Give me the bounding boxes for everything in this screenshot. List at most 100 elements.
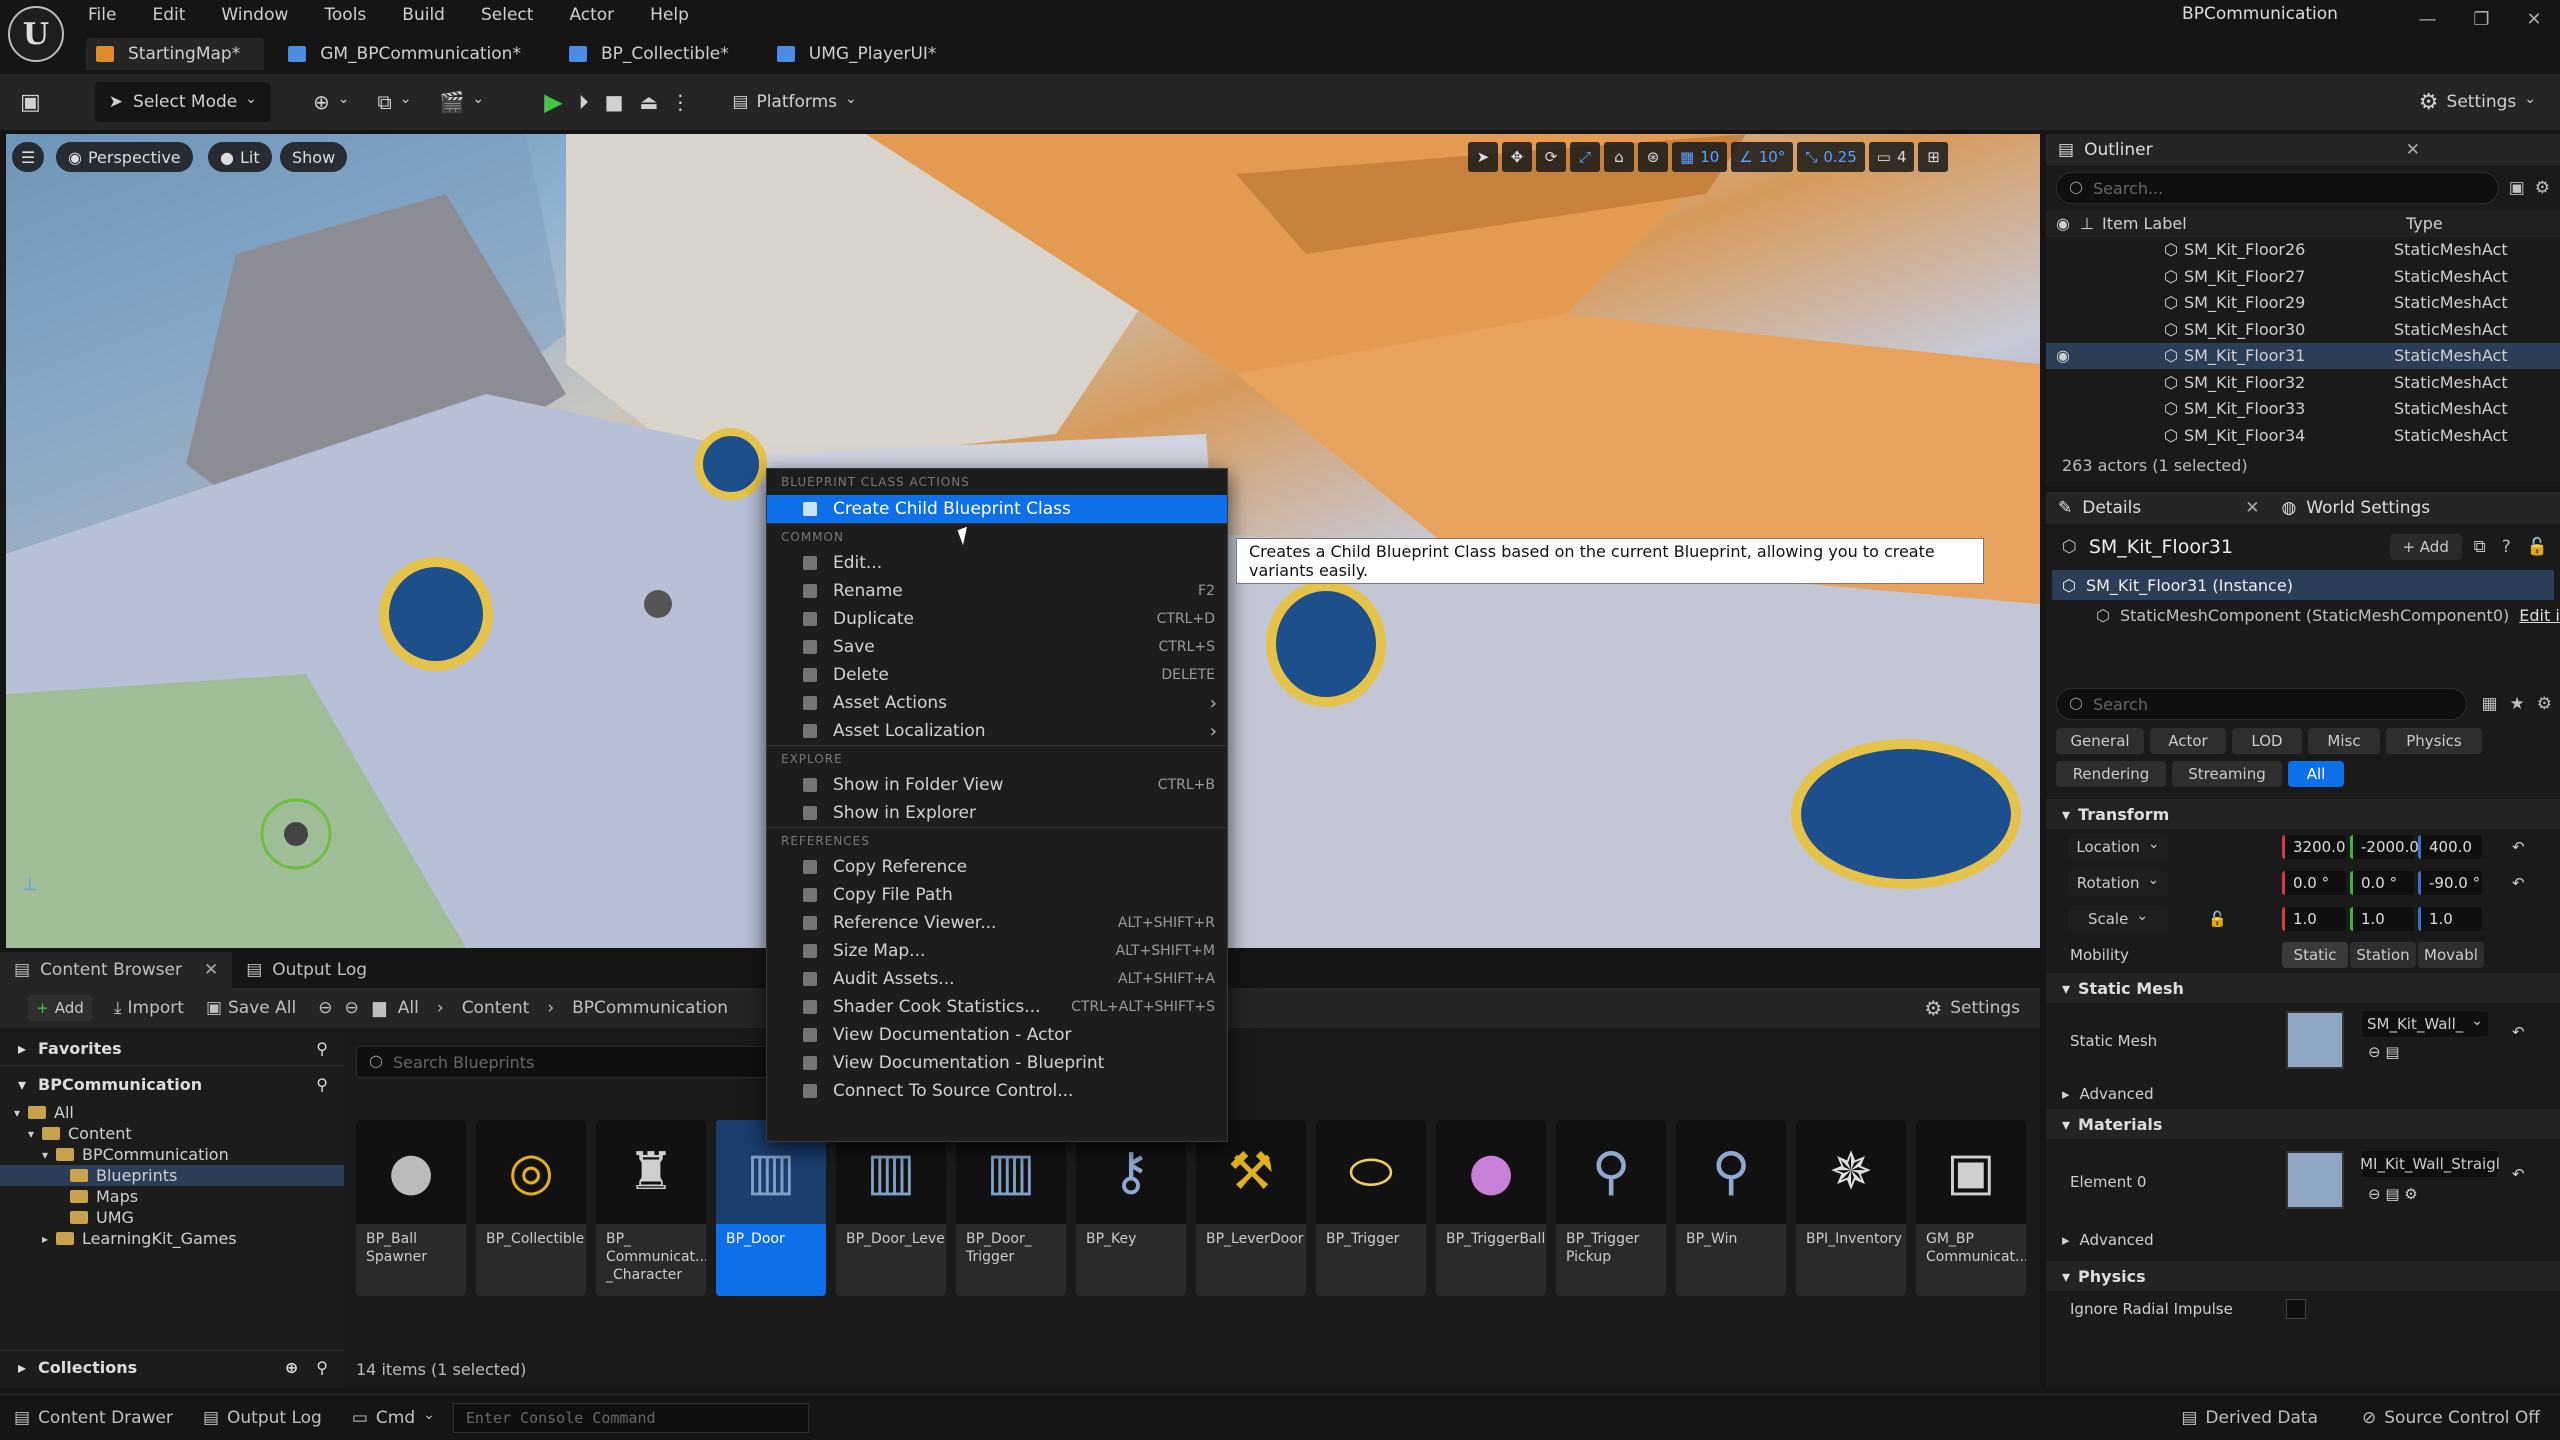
menu-item[interactable]: Delete DELETE: [767, 661, 1227, 689]
cb-settings-button[interactable]: ⚙ Settings: [1924, 996, 2020, 1020]
step-icon[interactable]: ⏵: [579, 82, 589, 122]
mobility-stationary[interactable]: Station: [2350, 942, 2416, 968]
menu-help[interactable]: Help: [650, 5, 689, 25]
scale-z[interactable]: 1.0: [2418, 907, 2482, 931]
breadcrumb-content[interactable]: Content: [462, 998, 530, 1018]
menu-item[interactable]: Rename F2: [767, 577, 1227, 605]
root-header[interactable]: ▾ BPCommunication ⚲: [0, 1066, 344, 1102]
blueprint-icon[interactable]: ⧉: [2474, 537, 2486, 557]
reset-arrow-icon[interactable]: ↶: [2512, 1165, 2525, 1183]
lock-icon[interactable]: 🔓: [2208, 910, 2227, 928]
menu-item[interactable]: Shader Cook Statistics... CTRL+ALT+SHIFT+…: [767, 993, 1227, 1021]
asset-tile[interactable]: ▥ BP_Door: [716, 1120, 826, 1296]
platforms-dropdown[interactable]: ▤ Platforms: [732, 82, 856, 122]
lock-icon[interactable]: 🔓: [2527, 537, 2548, 557]
edit-in-blueprint-link[interactable]: Edit i: [2519, 606, 2560, 625]
gear-icon[interactable]: ⚙: [2537, 694, 2552, 714]
asset-tile[interactable]: ▥ BP_Door_ Trigger: [956, 1120, 1066, 1296]
filter-actor[interactable]: Actor: [2150, 728, 2226, 754]
tab-starting-map[interactable]: StartingMap*: [86, 38, 265, 70]
menu-item[interactable]: Asset Actions ›: [767, 689, 1227, 717]
filter-general[interactable]: General: [2056, 728, 2144, 754]
menu-item[interactable]: Asset Localization ›: [767, 717, 1227, 745]
material-picker[interactable]: MI_Kit_Wall_Straigl: [2360, 1151, 2500, 1177]
cmd-dropdown[interactable]: ▭ Cmd: [352, 1408, 435, 1428]
output-log-button[interactable]: ▤ Output Log: [203, 1408, 322, 1428]
outliner-row[interactable]: ⬡ SM_Kit_Floor33 StaticMeshAct: [2046, 396, 2560, 423]
search-icon[interactable]: ⚲: [316, 1358, 328, 1377]
menu-item[interactable]: Show in Explorer: [767, 799, 1227, 827]
stop-icon[interactable]: ■: [605, 82, 624, 122]
filter-physics[interactable]: Physics: [2386, 728, 2482, 754]
menu-build[interactable]: Build: [402, 5, 445, 25]
type-header[interactable]: Type: [2406, 214, 2443, 233]
surface-snap-icon[interactable]: ⊛: [1638, 142, 1668, 172]
settings-dropdown[interactable]: ⚙ Settings: [2419, 82, 2536, 122]
gear-icon[interactable]: ⚙: [2535, 178, 2550, 198]
asset-tile[interactable]: ▥ BP_Door_Lever: [836, 1120, 946, 1296]
scale-x[interactable]: 1.0: [2282, 907, 2346, 931]
move-tool-icon[interactable]: ✥: [1502, 142, 1532, 172]
menu-file[interactable]: File: [88, 5, 116, 25]
add-content-icon[interactable]: ⊕: [313, 82, 350, 122]
source-control-button[interactable]: ⊘ Source Control Off: [2362, 1408, 2540, 1428]
tab-bp-collectible[interactable]: BP_Collectible*: [559, 38, 753, 70]
table-view-icon[interactable]: ▦: [2481, 694, 2497, 714]
menu-item[interactable]: Audit Assets... ALT+SHIFT+A: [767, 965, 1227, 993]
eye-icon[interactable]: ◉: [2046, 346, 2164, 365]
outliner-row[interactable]: ⬡ SM_Kit_Floor29 StaticMeshAct: [2046, 290, 2560, 317]
filter-streaming[interactable]: Streaming: [2172, 761, 2282, 787]
details-tab[interactable]: Details: [2082, 498, 2141, 518]
reset-arrow-icon[interactable]: ↶: [2512, 838, 2525, 856]
location-dropdown[interactable]: Location: [2068, 834, 2168, 860]
reset-arrow-icon[interactable]: ↶: [2512, 874, 2525, 892]
static-mesh-section[interactable]: ▾ Static Mesh: [2046, 973, 2560, 1003]
scale-dropdown[interactable]: Scale: [2068, 906, 2168, 932]
eye-icon[interactable]: ◉: [2056, 214, 2080, 233]
static-mesh-picker[interactable]: SM_Kit_Wall_: [2362, 1011, 2488, 1037]
asset-tile[interactable]: ⬭ BP_Trigger: [1316, 1120, 1426, 1296]
menu-actor[interactable]: Actor: [569, 5, 614, 25]
materials-section[interactable]: ▾ Materials: [2046, 1109, 2560, 1139]
layout-icon[interactable]: ⊞: [1918, 142, 1949, 172]
menu-item[interactable]: Show in Folder View CTRL+B: [767, 771, 1227, 799]
perspective-button[interactable]: ◉ Perspective: [56, 142, 193, 172]
transform-section[interactable]: ▾ Transform: [2046, 799, 2560, 829]
material-thumbnail[interactable]: [2286, 1151, 2344, 1209]
browse-icon[interactable]: ⊖ ▤: [2368, 1043, 2400, 1061]
restore-icon[interactable]: ❐: [2473, 9, 2489, 30]
menu-select[interactable]: Select: [481, 5, 533, 25]
folder-tree-item[interactable]: UMG: [0, 1207, 344, 1228]
add-collection-icon[interactable]: ⊕: [285, 1358, 298, 1377]
tab-gm-bpcommunication[interactable]: GM_BPCommunication*: [278, 38, 545, 70]
advanced-row[interactable]: ▸ Advanced: [2046, 1079, 2560, 1109]
asset-tile[interactable]: ✵ BPI_Inventory: [1796, 1120, 1906, 1296]
add-folder-icon[interactable]: ▣: [2509, 178, 2525, 198]
import-button[interactable]: ⤓ Import: [114, 998, 184, 1018]
mobility-movable[interactable]: Movabl: [2418, 942, 2484, 968]
menu-item[interactable]: View Documentation - Actor: [767, 1021, 1227, 1049]
outliner-row[interactable]: ⬡ SM_Kit_Floor32 StaticMeshAct: [2046, 369, 2560, 396]
viewport-menu-icon[interactable]: ☰: [12, 142, 44, 172]
cinematics-icon[interactable]: 🎬: [439, 82, 484, 122]
close-icon[interactable]: ✕: [2245, 498, 2259, 518]
menu-item[interactable]: Copy File Path: [767, 881, 1227, 909]
favorite-star-icon[interactable]: ★: [2510, 694, 2525, 714]
search-icon[interactable]: ⚲: [316, 1039, 328, 1058]
menu-item[interactable]: Size Map... ALT+SHIFT+M: [767, 937, 1227, 965]
filter-misc[interactable]: Misc: [2308, 728, 2380, 754]
rotation-snap-button[interactable]: ∠ 10°: [1731, 142, 1794, 172]
lit-button[interactable]: ● Lit: [208, 142, 272, 172]
location-z[interactable]: 400.0: [2418, 835, 2482, 859]
menu-item[interactable]: Save CTRL+S: [767, 633, 1227, 661]
rotate-tool-icon[interactable]: ⟳: [1536, 142, 1566, 172]
eject-icon[interactable]: ⏏: [639, 82, 658, 122]
content-drawer-button[interactable]: ▤ Content Drawer: [14, 1408, 173, 1428]
close-icon[interactable]: ✕: [204, 960, 218, 980]
rotation-y[interactable]: 0.0 °: [2350, 871, 2414, 895]
console-input[interactable]: Enter Console Command: [452, 1402, 809, 1433]
tab-umg-playerui[interactable]: UMG_PlayerUI*: [767, 38, 961, 70]
show-button[interactable]: Show: [280, 142, 348, 172]
filter-lod[interactable]: LOD: [2232, 728, 2302, 754]
add-button[interactable]: + Add: [28, 995, 92, 1021]
